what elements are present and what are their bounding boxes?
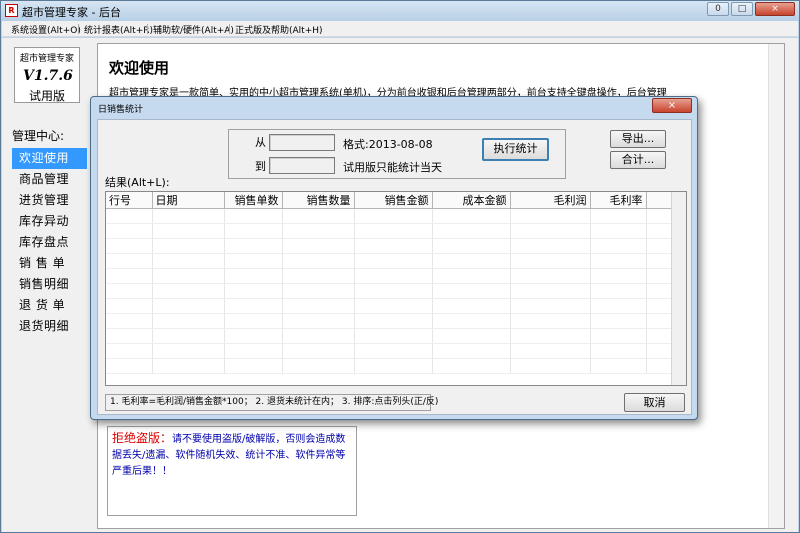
menu-separator: [78, 24, 79, 34]
column-header-margin[interactable]: 毛利率: [590, 192, 647, 209]
column-header-order-count[interactable]: 销售单数: [224, 192, 283, 209]
sidebar-item-products[interactable]: 商品管理: [12, 169, 87, 190]
menu-system-settings[interactable]: 系统设置(Alt+O): [11, 23, 81, 36]
result-label: 结果(Alt+L):: [105, 176, 170, 189]
menu-reports[interactable]: 统计报表(Alt+R): [84, 23, 153, 36]
cancel-button[interactable]: 取消: [624, 393, 685, 412]
menu-help[interactable]: 正式版及帮助(Alt+H): [235, 23, 323, 36]
menu-separator: [229, 24, 230, 34]
column-header-cost-amount[interactable]: 成本金额: [432, 192, 511, 209]
menu-separator: [147, 24, 148, 34]
table-body: [106, 208, 673, 374]
logo-version: V1.7.6: [23, 68, 73, 84]
title-bar: R 超市管理专家 - 后台 0 □ ×: [1, 1, 799, 21]
sidebar: 超市管理专家 V1.7.6 试用版 管理中心: 欢迎使用 商品管理 进货管理 库…: [2, 38, 92, 532]
close-button[interactable]: ×: [755, 2, 795, 16]
dialog-close-button[interactable]: ×: [652, 98, 692, 113]
run-statistics-button[interactable]: 执行统计: [482, 138, 549, 161]
maximize-button[interactable]: □: [731, 2, 753, 16]
sidebar-item-sales-order[interactable]: 销 售 单: [12, 253, 87, 274]
column-header-row-no[interactable]: 行号: [106, 192, 153, 209]
warning-heading: 拒绝盗版：: [112, 431, 173, 445]
table-row: [106, 208, 673, 224]
date-range-group: 从 到 格式:2013-08-08 试用版只能统计当天 执行统计: [228, 129, 566, 179]
logo-name: 超市管理专家: [19, 54, 74, 64]
statistics-note: 1. 毛利率=毛利润/销售金额*100； 2. 退货未统计在内； 3. 排序:点…: [105, 394, 438, 411]
daily-sales-dialog: 日销售统计 × 从 到 格式:2013-08-08 试用版只能统计当天 执行统计…: [90, 96, 698, 420]
column-header-gross-profit[interactable]: 毛利润: [510, 192, 591, 209]
page-title: 欢迎使用: [109, 59, 170, 77]
sidebar-item-stocktake[interactable]: 库存盘点: [12, 232, 87, 253]
dialog-body: 从 到 格式:2013-08-08 试用版只能统计当天 执行统计 导出... 合…: [97, 119, 692, 415]
column-header-sales-amount[interactable]: 销售金额: [354, 192, 433, 209]
column-header-date[interactable]: 日期: [152, 192, 225, 209]
table-row: [106, 238, 673, 254]
logo-edition: 试用版: [28, 89, 65, 103]
sidebar-item-return-detail[interactable]: 退货明细: [12, 316, 87, 337]
dialog-title-bar: 日销售统计 ×: [91, 97, 697, 117]
logo: 超市管理专家 V1.7.6 试用版: [14, 47, 80, 103]
table-row: [106, 223, 673, 239]
sidebar-item-sales-detail[interactable]: 销售明细: [12, 274, 87, 295]
table-row: [106, 268, 673, 284]
sidebar-item-welcome[interactable]: 欢迎使用: [12, 148, 87, 169]
column-header-quantity[interactable]: 销售数量: [282, 192, 355, 209]
sidebar-nav: 欢迎使用 商品管理 进货管理 库存异动 库存盘点 销 售 单 销售明细 退 货 …: [12, 148, 87, 337]
app-icon: R: [5, 4, 18, 17]
table-row: [106, 253, 673, 269]
piracy-warning: 拒绝盗版：请不要使用盗版/破解版，否则会造成数据丢失/遗漏、软件随机失效、统计不…: [107, 426, 357, 516]
sidebar-item-return-order[interactable]: 退 货 单: [12, 295, 87, 316]
dialog-title: 日销售统计: [98, 105, 144, 115]
table-row: [106, 343, 673, 359]
sidebar-item-stock-change[interactable]: 库存异动: [12, 211, 87, 232]
minimize-button[interactable]: 0: [707, 2, 729, 16]
table-row: [106, 298, 673, 314]
menu-bar: 系统设置(Alt+O) 统计报表(Alt+R) 辅助软/硬件(Alt+A) 正式…: [2, 21, 798, 37]
table-row: [106, 283, 673, 299]
date-format-hint: 格式:2013-08-08: [343, 138, 433, 151]
to-date-input[interactable]: [269, 157, 335, 174]
menu-aux-hardware[interactable]: 辅助软/硬件(Alt+A): [153, 23, 234, 36]
sidebar-item-purchase[interactable]: 进货管理: [12, 190, 87, 211]
table-row: [106, 313, 673, 329]
result-table[interactable]: 行号 日期 销售单数 销售数量 销售金额 成本金额 毛利润 毛利率: [105, 191, 687, 386]
table-row: [106, 358, 673, 374]
column-header-filler: [646, 192, 673, 209]
total-button[interactable]: 合计...: [610, 151, 666, 169]
sidebar-title: 管理中心:: [12, 129, 65, 143]
from-label: 从: [255, 136, 266, 149]
export-button[interactable]: 导出...: [610, 130, 666, 148]
table-scrollbar[interactable]: [671, 192, 686, 385]
window-title: 超市管理专家 - 后台: [22, 6, 121, 19]
trial-note: 试用版只能统计当天: [343, 161, 442, 174]
to-label: 到: [255, 160, 266, 173]
table-row: [106, 328, 673, 344]
panel-scrollbar[interactable]: [768, 44, 784, 528]
from-date-input[interactable]: [269, 134, 335, 151]
